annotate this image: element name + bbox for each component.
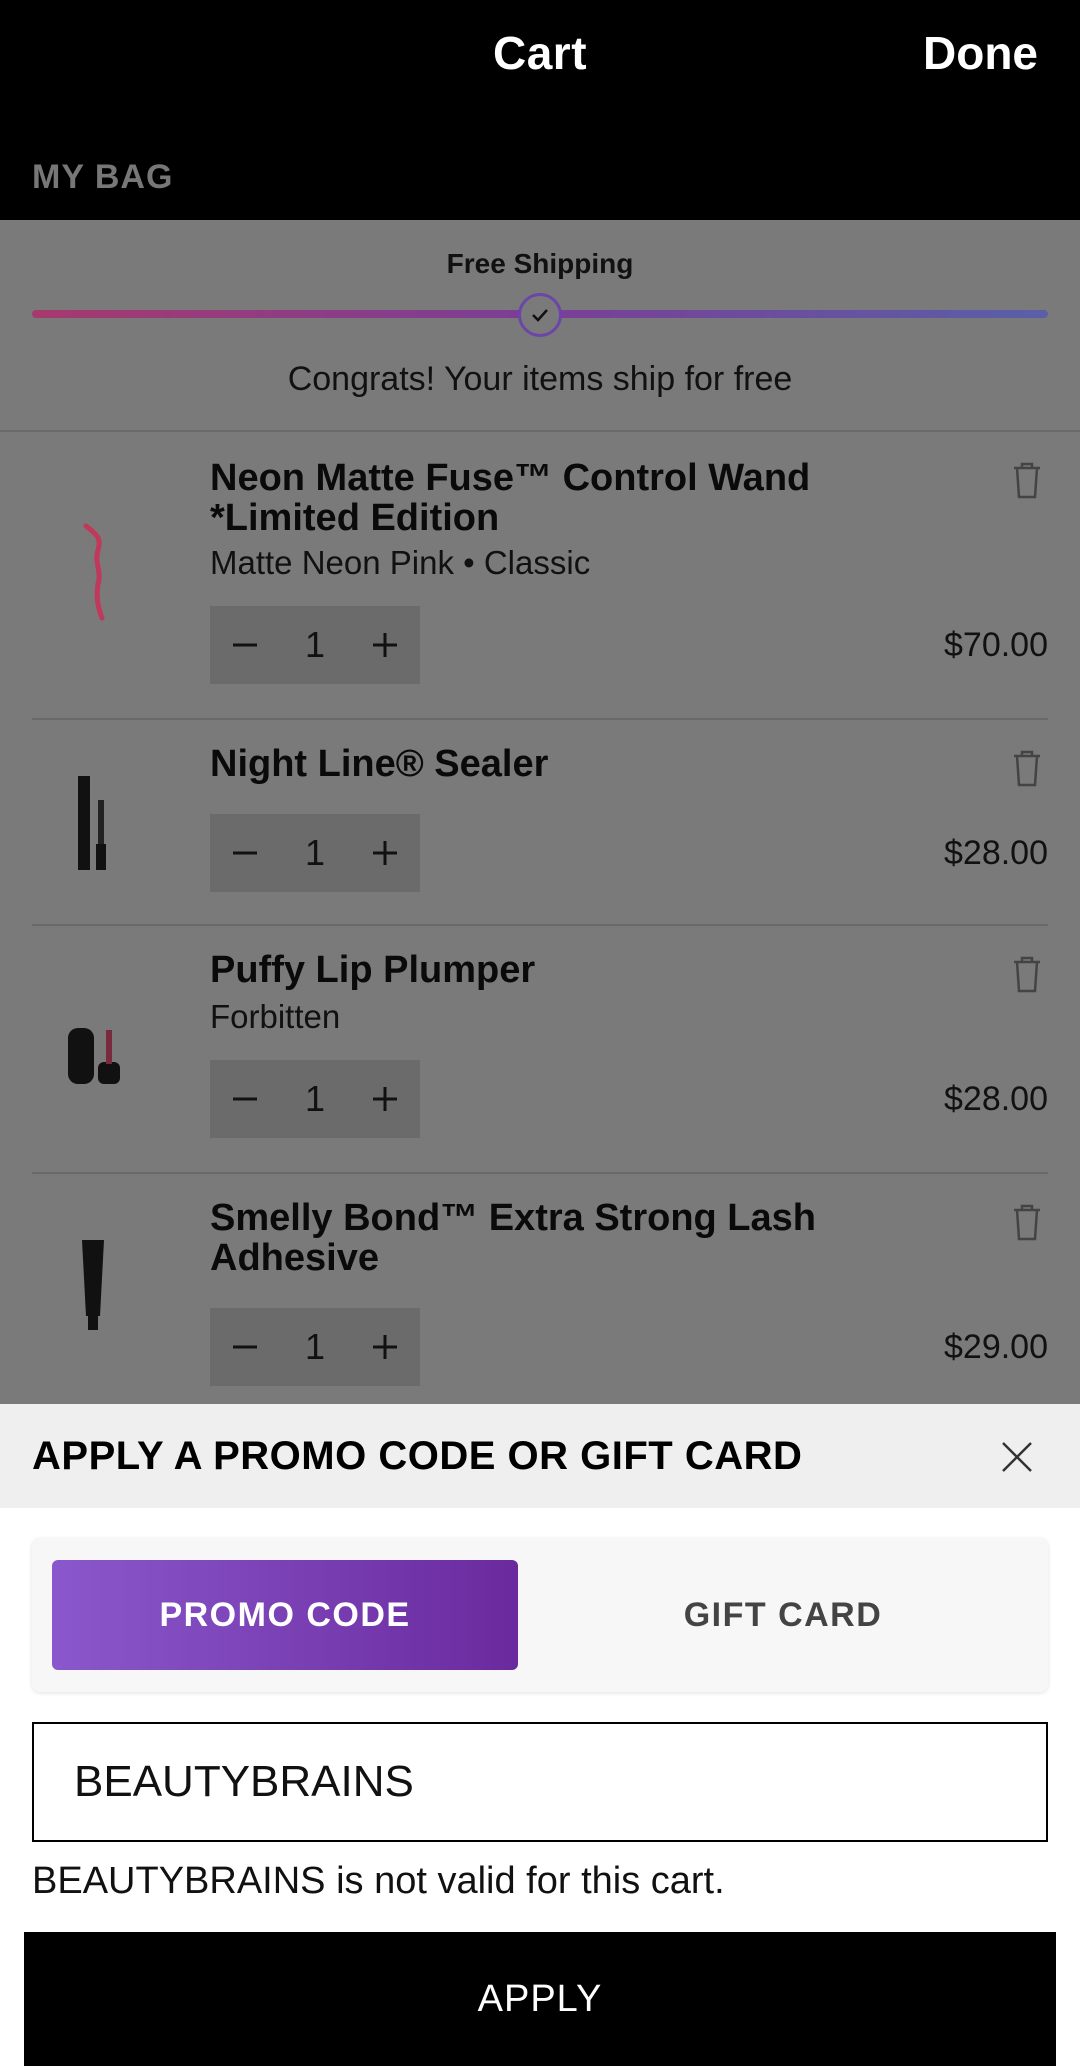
cart-item: Night Line® Sealer 1 $28.00	[32, 720, 1048, 926]
trash-icon[interactable]	[1010, 460, 1044, 500]
promo-code-input[interactable]	[74, 1724, 1014, 1840]
product-image	[32, 1224, 162, 1364]
promo-error-message: BEAUTYBRAINS is not valid for this cart.	[32, 1860, 725, 1902]
free-shipping-label: Free Shipping	[446, 248, 634, 279]
shipping-message: Congrats! Your items ship for free	[287, 360, 793, 398]
plus-icon[interactable]	[350, 1060, 420, 1138]
cart-content-overlay: Free Shipping Congrats! Your items ship …	[0, 220, 1080, 1404]
product-name-line2: Adhesive	[210, 1237, 379, 1279]
check-icon	[518, 293, 562, 337]
minus-icon[interactable]	[210, 606, 280, 684]
done-button[interactable]: Done	[923, 26, 1038, 80]
quantity-stepper: 1	[210, 814, 420, 892]
close-icon[interactable]	[1000, 1440, 1034, 1474]
tab-gift-card[interactable]: GIFT CARD	[538, 1560, 1028, 1670]
plus-icon[interactable]	[350, 814, 420, 892]
promo-sheet-header: APPLY A PROMO CODE OR GIFT CARD	[0, 1404, 1080, 1508]
product-image	[32, 760, 162, 900]
minus-icon[interactable]	[210, 814, 280, 892]
product-name: Neon Matte Fuse™ Control Wand	[210, 457, 811, 499]
product-price: $29.00	[944, 1328, 1048, 1366]
trash-icon[interactable]	[1010, 748, 1044, 788]
quantity-value: 1	[304, 1078, 326, 1119]
minus-icon[interactable]	[210, 1060, 280, 1138]
quantity-value: 1	[304, 832, 326, 873]
product-image	[32, 512, 162, 652]
my-bag-label: MY BAG	[32, 158, 174, 196]
cart-item: Puffy Lip Plumper Forbitten 1 $28.00	[32, 926, 1048, 1174]
product-price: $28.00	[944, 1080, 1048, 1118]
product-name: Smelly Bond™ Extra Strong Lash	[210, 1197, 816, 1239]
product-image	[32, 986, 162, 1126]
promo-type-toggle: PROMO CODE GIFT CARD	[32, 1538, 1048, 1692]
trash-icon[interactable]	[1010, 1202, 1044, 1242]
promo-sheet-title: APPLY A PROMO CODE OR GIFT CARD	[32, 1434, 803, 1478]
trash-icon[interactable]	[1010, 954, 1044, 994]
product-variant: Matte Neon Pink • Classic	[210, 544, 591, 581]
tab-promo-code[interactable]: PROMO CODE	[52, 1560, 518, 1670]
quantity-value: 1	[304, 1326, 326, 1367]
page-title: Cart	[492, 27, 588, 79]
quantity-stepper: 1	[210, 606, 420, 684]
minus-icon[interactable]	[210, 1308, 280, 1386]
product-price: $70.00	[944, 626, 1048, 664]
quantity-value: 1	[304, 624, 326, 665]
quantity-stepper: 1	[210, 1060, 420, 1138]
product-name-line2: *Limited Edition	[210, 497, 500, 539]
top-bar: Cart Done MY BAG	[0, 0, 1080, 220]
cart-item: Neon Matte Fuse™ Control Wand *Limited E…	[32, 432, 1048, 720]
cart-item: Smelly Bond™ Extra Strong Lash Adhesive …	[32, 1174, 1048, 1404]
quantity-stepper: 1	[210, 1308, 420, 1386]
plus-icon[interactable]	[350, 1308, 420, 1386]
product-name: Night Line® Sealer	[210, 743, 549, 785]
apply-button[interactable]: APPLY	[24, 1932, 1056, 2066]
product-name: Puffy Lip Plumper	[210, 949, 536, 991]
plus-icon[interactable]	[350, 606, 420, 684]
product-price: $28.00	[944, 834, 1048, 872]
free-shipping-banner: Free Shipping Congrats! Your items ship …	[0, 220, 1080, 432]
product-variant: Forbitten	[210, 998, 341, 1035]
promo-code-field	[32, 1722, 1048, 1842]
